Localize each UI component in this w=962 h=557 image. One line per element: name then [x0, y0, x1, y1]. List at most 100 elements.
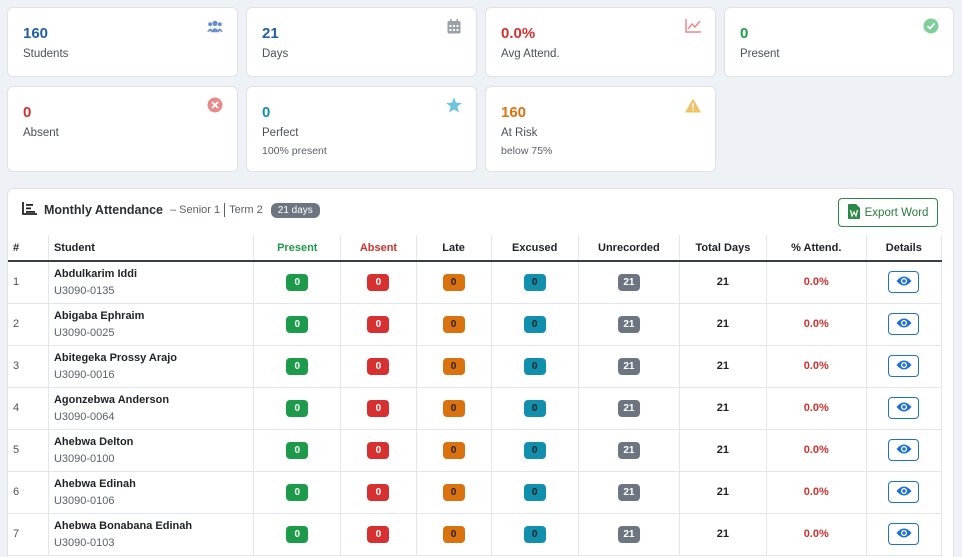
stat-label: Present [740, 48, 780, 60]
col-header-present[interactable]: Present [253, 235, 342, 262]
late-cell: 0 [416, 471, 492, 514]
student-cell: Abitegeka Prossy Arajo U3090-0016 [48, 345, 255, 388]
present-count-badge: 0 [286, 483, 309, 501]
col-header-index[interactable]: # [8, 235, 49, 262]
col-header-pct-attend[interactable]: % Attend. [766, 235, 867, 262]
present-count-badge: 0 [286, 273, 309, 291]
eye-icon [896, 275, 912, 290]
stat-value: 0.0% [501, 25, 536, 42]
details-cell [866, 471, 943, 514]
table-row: 5 Ahebwa Delton U3090-0100 0 0 0 0 21 21 0.0% [8, 429, 943, 472]
student-cell: Ahebwa Delton U3090-0100 [48, 429, 255, 472]
absent-count-badge: 0 [367, 357, 390, 375]
view-details-button[interactable] [888, 313, 920, 335]
present-cell: 0 [253, 387, 342, 430]
excused-cell: 0 [491, 471, 579, 514]
view-details-button[interactable] [888, 481, 920, 503]
student-id: U3090-0025 [53, 326, 115, 339]
stat-label: Avg Attend. [501, 48, 560, 60]
total-days-cell: 21 [679, 261, 767, 304]
absent-count-badge: 0 [367, 525, 390, 543]
student-id: U3090-0064 [53, 410, 115, 423]
student-cell: Agonzebwa Anderson U3090-0064 [48, 387, 255, 430]
check-circle-icon [923, 18, 939, 34]
class-label: – Senior 1 [169, 204, 221, 216]
excused-cell: 0 [491, 429, 579, 472]
row-index: 7 [8, 513, 49, 556]
late-count-badge: 0 [442, 399, 465, 417]
col-header-student[interactable]: Student [48, 235, 255, 262]
excused-cell: 0 [491, 345, 579, 388]
late-count-badge: 0 [442, 525, 465, 543]
unrecorded-count-badge: 21 [617, 315, 640, 333]
row-index: 6 [8, 471, 49, 514]
pct-attend-cell: 0.0% [766, 513, 867, 556]
student-id: U3090-0103 [53, 536, 115, 549]
present-cell: 0 [253, 513, 342, 556]
table-row: 2 Abigaba Ephraim U3090-0025 0 0 0 0 21 21 0.0% [8, 303, 943, 346]
eye-icon [896, 401, 912, 416]
excused-cell: 0 [491, 513, 579, 556]
export-word-button[interactable]: Export Word [838, 198, 938, 227]
view-details-button[interactable] [888, 397, 920, 419]
total-days-cell: 21 [679, 513, 767, 556]
unrecorded-count-badge: 21 [617, 357, 640, 375]
absent-count-badge: 0 [367, 315, 390, 333]
row-index: 1 [8, 261, 49, 304]
student-id: U3090-0100 [53, 452, 115, 465]
eye-icon [896, 317, 912, 332]
stat-value: 0 [262, 104, 271, 121]
present-count-badge: 0 [286, 315, 309, 333]
excused-count-badge: 0 [523, 525, 546, 543]
col-header-absent[interactable]: Absent [340, 235, 417, 262]
eye-icon [896, 527, 912, 542]
late-cell: 0 [416, 429, 492, 472]
stat-card-perfect: 0 Perfect 100% present [246, 86, 477, 172]
table-header-row: # Student Present Absent Late Excused Un… [8, 235, 943, 262]
col-header-excused[interactable]: Excused [491, 235, 579, 262]
absent-count-badge: 0 [367, 483, 390, 501]
unrecorded-cell: 21 [578, 387, 681, 430]
pct-attend-cell: 0.0% [766, 261, 867, 304]
excused-count-badge: 0 [523, 441, 546, 459]
view-details-button[interactable] [888, 523, 920, 545]
stat-label: Absent [23, 127, 59, 139]
attendance-table: # Student Present Absent Late Excused Un… [8, 235, 943, 556]
unrecorded-cell: 21 [578, 513, 681, 556]
view-details-button[interactable] [888, 439, 920, 461]
term-label: Term 2 [229, 204, 263, 216]
stat-value: 160 [501, 104, 527, 121]
pct-attend-cell: 0.0% [766, 345, 867, 388]
absent-count-badge: 0 [367, 273, 390, 291]
absent-cell: 0 [340, 261, 417, 304]
student-name: Abitegeka Prossy Arajo [53, 351, 178, 364]
late-cell: 0 [416, 303, 492, 346]
absent-cell: 0 [340, 471, 417, 514]
total-days-cell: 21 [679, 471, 767, 514]
late-cell: 0 [416, 513, 492, 556]
total-days-cell: 21 [679, 429, 767, 472]
total-days-cell: 21 [679, 345, 767, 388]
stat-card-absent: 0 Absent [7, 86, 238, 172]
pct-attend-cell: 0.0% [766, 429, 867, 472]
excused-cell: 0 [491, 303, 579, 346]
row-index: 5 [8, 429, 49, 472]
late-cell: 0 [416, 345, 492, 388]
present-cell: 0 [253, 303, 342, 346]
unrecorded-cell: 21 [578, 303, 681, 346]
student-cell: Abdulkarim Iddi U3090-0135 [48, 261, 255, 304]
student-name: Ahebwa Bonabana Edinah [53, 519, 193, 532]
col-header-total-days[interactable]: Total Days [679, 235, 767, 262]
stat-value: 21 [262, 25, 279, 42]
late-cell: 0 [416, 387, 492, 430]
excused-cell: 0 [491, 387, 579, 430]
view-details-button[interactable] [888, 271, 920, 294]
col-header-late[interactable]: Late [416, 235, 492, 262]
view-details-button[interactable] [888, 355, 920, 377]
row-index: 3 [8, 345, 49, 388]
student-name: Ahebwa Edinah [53, 477, 136, 490]
col-header-unrecorded[interactable]: Unrecorded [578, 235, 681, 262]
word-file-icon [847, 203, 860, 222]
present-count-badge: 0 [286, 399, 309, 417]
late-count-badge: 0 [442, 273, 465, 291]
